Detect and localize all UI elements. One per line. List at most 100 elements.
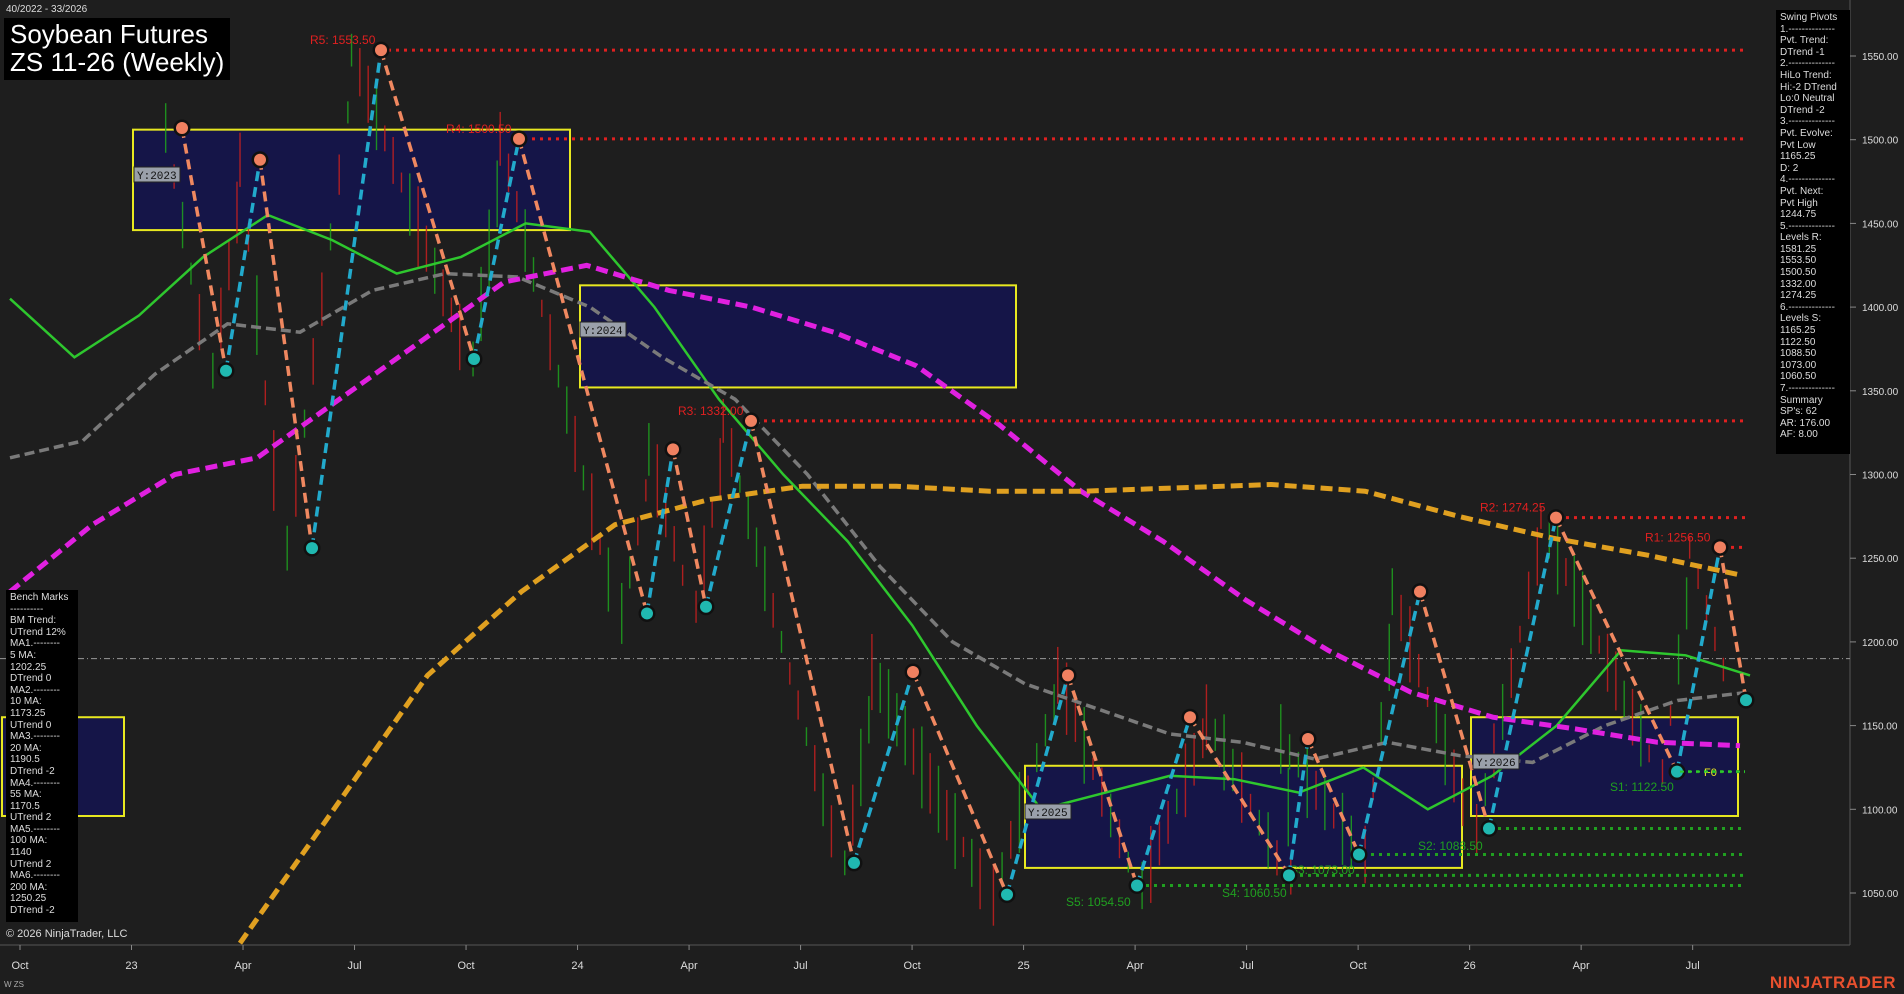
pivot-high-marker — [1184, 711, 1196, 724]
swing-pivots-line: 2.-------------- — [1780, 58, 1835, 70]
date-range-label: 40/2022 - 33/2026 — [6, 4, 88, 15]
y-tick-label: 1250.00 — [1862, 554, 1899, 565]
symbol-tag: W ZS — [4, 980, 24, 989]
benchmarks-line: 1190.5 — [10, 754, 40, 766]
benchmarks-line: MA1.-------- — [10, 638, 60, 650]
pivot-high-marker — [176, 121, 188, 134]
swing-pivots-line: 6.-------------- — [1780, 301, 1835, 313]
x-tick-label: Jul — [794, 960, 808, 972]
benchmarks-line: DTrend -2 — [10, 765, 55, 777]
swing-leg — [645, 449, 675, 614]
y-tick-label: 1400.00 — [1862, 303, 1899, 314]
resistance-label: R3: 1332.00 — [678, 404, 744, 418]
swing-pivots-line: Pvt. Trend: — [1780, 35, 1829, 47]
benchmarks-line: 20 MA: — [10, 742, 42, 754]
benchmarks-line: MA3.-------- — [10, 731, 60, 743]
x-tick-label: Apr — [680, 960, 697, 972]
benchmarks-line: 200 MA: — [10, 881, 48, 893]
benchmarks-line: 1173.25 — [10, 707, 46, 719]
benchmarks-line: 1170.5 — [10, 800, 40, 812]
support-label: S2: 1088.50 — [1418, 839, 1483, 853]
swing-pivots-line: DTrend -1 — [1780, 46, 1825, 58]
price-chart[interactable]: 1050.00 1100.00 1150.00 1200.00 1250.00 1300.… — [0, 0, 1904, 994]
chart-title-line2: ZS 11-26 (Weekly) — [10, 47, 225, 77]
swing-pivots-line: Pvt Low — [1780, 139, 1816, 151]
x-tick-label: Oct — [457, 960, 474, 972]
swing-pivots-line: 1274.25 — [1780, 290, 1817, 302]
resistance-label: R1: 1256.50 — [1645, 530, 1711, 544]
pivot-low-marker — [1283, 869, 1295, 882]
benchmarks-line: MA5.-------- — [10, 823, 60, 835]
benchmarks-line: UTrend 0 — [10, 719, 52, 731]
year-box — [579, 284, 1017, 389]
benchmarks-line: DTrend -2 — [10, 905, 55, 917]
support-label: S3: 1073.00 — [1290, 863, 1355, 877]
x-tick-label: Oct — [11, 960, 28, 972]
swing-pivots-line: 1165.25 — [1780, 325, 1816, 337]
y-tick-label: 1200.00 — [1862, 638, 1899, 649]
x-tick-label: Apr — [1573, 960, 1590, 972]
support-label: S5: 1054.50 — [1066, 895, 1131, 909]
swing-pivots-panel: Swing Pivots 1.-------------- Pvt. Trend: D… — [1776, 10, 1850, 454]
swing-pivots-line: Levels S: — [1780, 313, 1822, 325]
benchmarks-line: Bench Marks — [10, 592, 69, 603]
resistance-label: R2: 1274.25 — [1480, 501, 1546, 515]
support-label: S1: 1122.50 — [1610, 780, 1674, 794]
year-label: Y:2024 — [583, 326, 623, 338]
x-tick-label: 23 — [125, 960, 137, 972]
y-tick-label: 1450.00 — [1862, 219, 1899, 230]
x-tick-label: 25 — [1017, 960, 1029, 972]
pivot-low-marker — [641, 607, 653, 620]
swing-pivots-line: Swing Pivots — [1780, 12, 1838, 23]
chart-title-box: Soybean Futures ZS 11-26 (Weekly) — [4, 18, 231, 80]
swing-pivots-line: Pvt. Next: — [1780, 185, 1824, 197]
benchmarks-line: BM Trend: — [10, 615, 57, 627]
benchmarks-line: 1250.25 — [10, 893, 47, 905]
x-tick-label: 24 — [571, 960, 583, 972]
pivot-high-marker — [1302, 732, 1314, 745]
swing-pivots-line: Pvt. Evolve: — [1780, 127, 1833, 139]
x-tick-label: Jul — [1240, 960, 1254, 972]
pivot-high-marker — [254, 153, 266, 166]
y-tick-label: 1300.00 — [1862, 471, 1899, 482]
benchmarks-line: UTrend 2 — [10, 858, 52, 870]
benchmarks-line: 5 MA: — [10, 649, 37, 661]
pivot-high-marker — [513, 132, 525, 145]
chart-title-line1: Soybean Futures — [10, 19, 209, 49]
x-tick-label: Apr — [1127, 960, 1144, 972]
y-tick-label: 1100.00 — [1862, 805, 1898, 816]
y-tick-label: 1550.00 — [1862, 52, 1899, 63]
year-label: Y:2026 — [1476, 758, 1516, 770]
swing-pivots-line: 1553.50 — [1780, 255, 1817, 267]
pivot-low-marker — [1001, 888, 1013, 901]
x-tick-label: Oct — [904, 960, 921, 972]
benchmarks-line: MA2.-------- — [10, 684, 60, 696]
benchmarks-line: UTrend 12% — [10, 626, 66, 638]
swing-pivots-line: Hi:-2 DTrend — [1780, 81, 1837, 93]
y-tick-label: 1500.00 — [1862, 136, 1899, 147]
pivot-high-marker — [745, 414, 757, 427]
swing-leg — [671, 449, 708, 608]
resistance-label: R5: 1553.50 — [310, 33, 376, 47]
copyright-text: © 2026 NinjaTrader, LLC — [6, 928, 128, 940]
benchmarks-line: MA6.-------- — [10, 870, 60, 882]
pivot-high-marker — [375, 44, 387, 57]
benchmarks-line: UTrend 2 — [10, 812, 52, 824]
support-label: S4: 1060.50 — [1222, 886, 1287, 900]
x-tick-label: Oct — [1350, 960, 1367, 972]
benchmarks-line: MA4.-------- — [10, 777, 60, 789]
pivot-low-marker — [1740, 694, 1752, 707]
swing-pivots-line: 5.-------------- — [1780, 220, 1835, 232]
pivot-high-marker — [1550, 511, 1562, 524]
x-tick-label: Apr — [234, 960, 251, 972]
swing-pivots-line: Pvt High — [1780, 197, 1818, 209]
swing-pivots-line: Lo:0 Neutral — [1780, 93, 1835, 105]
benchmarks-panel: Bench Marks ---------- BM Trend: UTrend 12%… — [6, 590, 78, 922]
swing-pivots-line: 7.-------------- — [1780, 383, 1835, 394]
resistance-label: R4: 1500.50 — [446, 122, 512, 136]
pivot-high-marker — [907, 666, 919, 679]
swing-pivots-line: Summary — [1780, 394, 1823, 406]
swing-leg — [852, 671, 915, 864]
pivot-high-marker — [1062, 669, 1074, 682]
year-label: Y:2025 — [1028, 808, 1068, 820]
